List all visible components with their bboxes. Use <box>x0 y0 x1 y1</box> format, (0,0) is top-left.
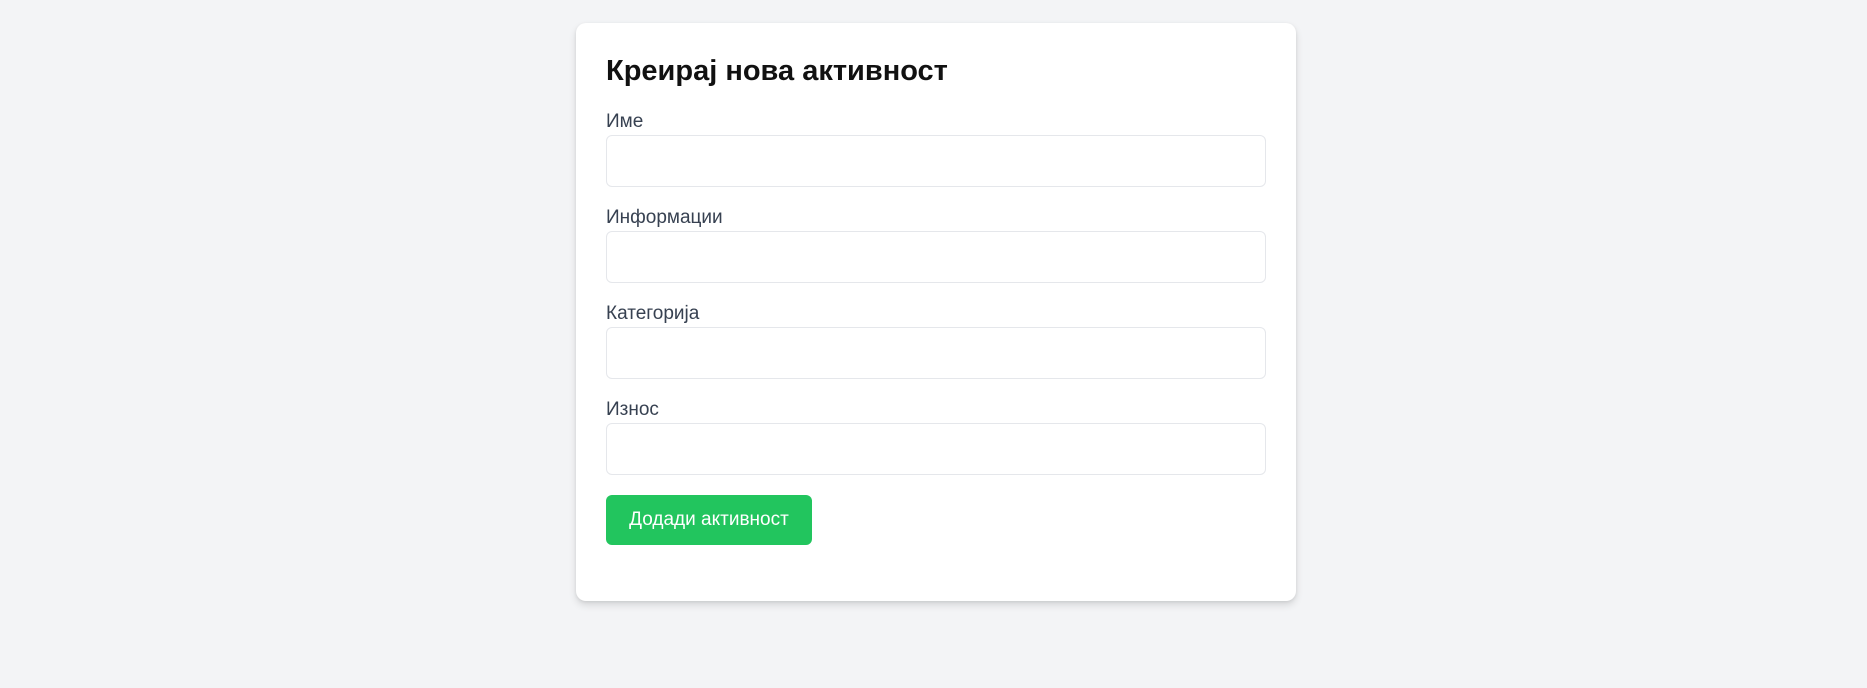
category-input[interactable] <box>606 327 1266 379</box>
info-field-group: Информации <box>606 207 1266 283</box>
info-input[interactable] <box>606 231 1266 283</box>
create-activity-card: Креирај нова активност Име Информации Ка… <box>576 23 1296 601</box>
amount-label: Износ <box>606 399 659 420</box>
name-field-group: Име <box>606 111 1266 187</box>
amount-field-group: Износ <box>606 399 1266 475</box>
form-title: Креирај нова активност <box>606 55 948 87</box>
category-label: Категорија <box>606 303 700 324</box>
info-label: Информации <box>606 207 723 228</box>
category-field-group: Категорија <box>606 303 1266 379</box>
name-label: Име <box>606 111 644 132</box>
add-activity-button[interactable]: Додади активност <box>606 495 812 545</box>
amount-input[interactable] <box>606 423 1266 475</box>
name-input[interactable] <box>606 135 1266 187</box>
